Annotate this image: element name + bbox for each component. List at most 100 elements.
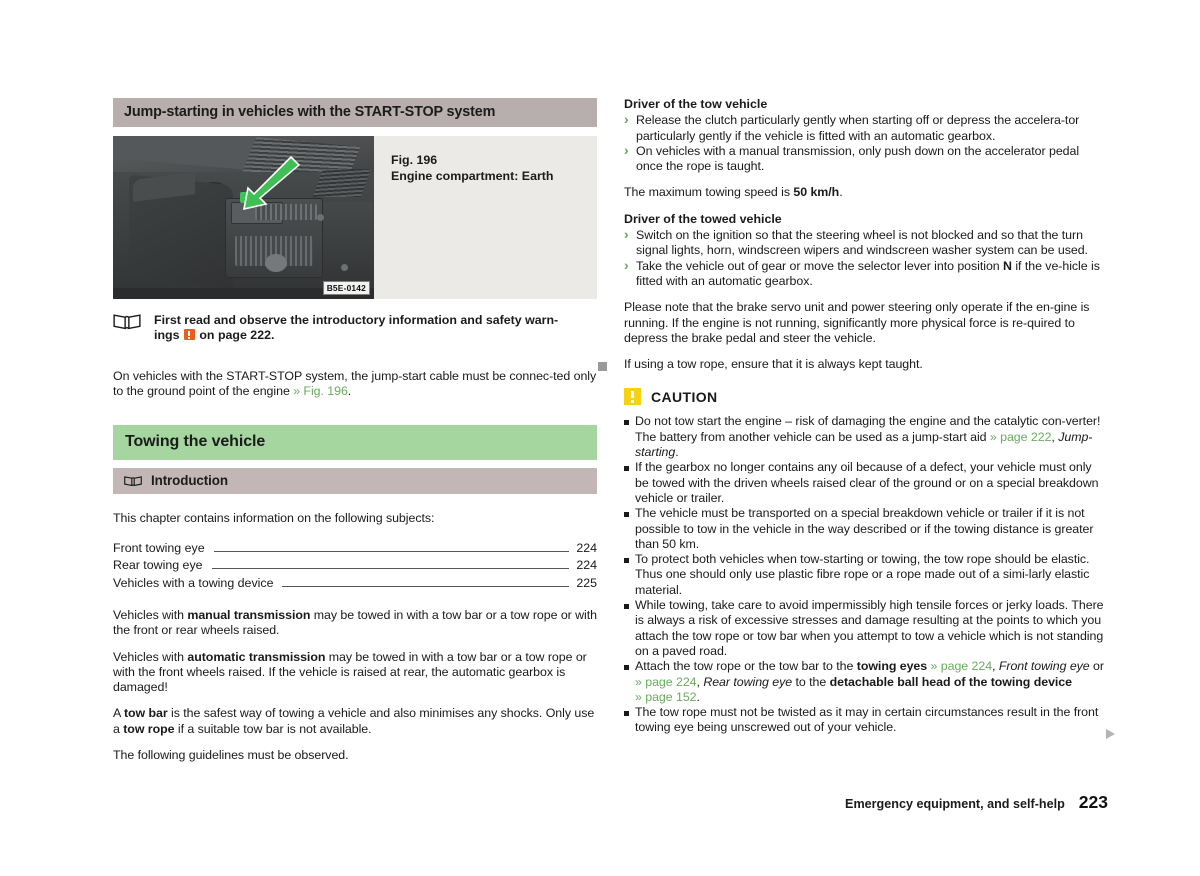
bullet-item: On vehicles with a manual transmission, … (624, 143, 1108, 175)
toc-entry-page: 224 (576, 558, 597, 573)
caution-item: While towing, take care to avoid impermi… (624, 598, 1108, 659)
page-footer: Emergency equipment, and self-help 223 (845, 792, 1108, 813)
bold-text: tow rope (123, 721, 175, 736)
body-paragraph: Vehicles with manual transmission may be… (113, 608, 597, 639)
toc-leader-line (213, 550, 570, 552)
text-run: Vehicles with (113, 607, 188, 622)
heading-driver-of-tow-vehicle: Driver of the tow vehicle (624, 97, 768, 111)
text-run: . (696, 689, 700, 704)
page-cross-reference[interactable]: » page 224 (931, 659, 993, 673)
book-icon (113, 314, 141, 330)
caution-item: Attach the tow rope or the tow bar to th… (624, 659, 1108, 705)
text-run: If the gearbox no longer contains any oi… (635, 460, 1099, 505)
heading-driver-of-towed-vehicle: Driver of the towed vehicle (624, 211, 782, 226)
text-run: to the (792, 674, 830, 689)
paragraph-start-stop-a: On vehicles with the START-STOP system, … (113, 368, 597, 399)
bold-text: tow bar (123, 706, 168, 721)
section-header-jump-starting: Jump-starting in vehicles with the START… (113, 98, 597, 127)
margin-marker-continue-triangle (1106, 729, 1115, 739)
bullet-item: Take the vehicle out of gear or move the… (624, 258, 1108, 290)
text-run: Switch on the ignition so that the steer… (636, 228, 1088, 258)
book-icon-small (124, 476, 142, 487)
right-column: Driver of the tow vehicle Release the cl… (624, 97, 1108, 736)
info-note-line2a: ings (154, 328, 183, 343)
left-paragraph-group: Vehicles with manual transmission may be… (113, 608, 597, 763)
bullet-list-towed-vehicle: Switch on the ignition so that the steer… (624, 227, 1108, 290)
text-run: or (1089, 659, 1104, 674)
toc-entry-label: Vehicles with a towing device (113, 575, 274, 590)
page-cross-reference[interactable]: » page 152 (635, 690, 697, 704)
toc-row[interactable]: Rear towing eye 224 (113, 557, 597, 574)
subsection-header-introduction: Introduction (113, 468, 597, 495)
subsection-header-label: Introduction (151, 473, 228, 489)
figure-caption: Fig. 196 Engine compartment: Earth (374, 136, 553, 299)
warning-orange-icon (183, 329, 195, 341)
info-note-block: First read and observe the introductory … (113, 313, 597, 344)
text-run: A (113, 706, 124, 721)
page-cross-reference[interactable]: » page 222 (990, 430, 1052, 444)
toc-row[interactable]: Front towing eye 224 (113, 540, 597, 557)
italic-text: Rear towing eye (703, 674, 793, 689)
paragraph-max-speed: The maximum towing speed is 50 km/h. (624, 185, 1108, 200)
caution-title: CAUTION (651, 388, 718, 405)
margin-marker-square (598, 362, 607, 371)
caution-header: CAUTION (624, 388, 1108, 406)
paragraph-start-stop: On vehicles with the START-STOP system, … (113, 369, 597, 400)
bold-text: towing eyes (856, 659, 928, 674)
caution-icon (624, 388, 641, 406)
max-speed-a: The maximum towing speed is (624, 185, 794, 200)
bullet-list-tow-vehicle: Release the clutch particularly gently w… (624, 112, 1108, 175)
text-run: The following guidelines must be observe… (113, 748, 349, 762)
figure-number: Fig. 196 (391, 153, 438, 167)
toc-leader-line (282, 585, 570, 587)
toc-list: Front towing eye 224 Rear towing eye 224 Veh… (113, 540, 597, 592)
paragraph-tow-rope-taught: If using a tow rope, ensure that it is a… (624, 357, 923, 372)
italic-text: Front towing eye (998, 659, 1090, 674)
toc-entry-page: 225 (576, 575, 597, 590)
body-paragraph: A tow bar is the safest way of towing a … (113, 706, 597, 737)
text-run: . (675, 445, 679, 460)
toc-entry-page: 224 (576, 540, 597, 555)
paragraph-start-stop-b: . (347, 384, 352, 399)
caution-item: The tow rope must not be twisted as it m… (624, 705, 1108, 736)
caution-item-list: Do not tow start the engine – risk of da… (624, 414, 1108, 735)
toc-entry-label: Rear towing eye (113, 558, 203, 573)
page-cross-reference[interactable]: » page 224 (635, 675, 697, 689)
toc-row[interactable]: Vehicles with a towing device 225 (113, 575, 597, 592)
bold-text: detachable ball head of the towing devic… (829, 674, 1072, 689)
bold-text: manual transmission (187, 607, 311, 622)
figure-block: B5E-0142 Fig. 196 Engine compartment: Ea… (113, 136, 597, 299)
figure-image-code: B5E-0142 (322, 281, 370, 295)
manual-page: Jump-starting in vehicles with the START… (0, 0, 1200, 876)
max-speed-value: 50 km/h (793, 185, 840, 200)
paragraph-brake-servo: Please note that the brake servo unit an… (624, 300, 1090, 345)
green-arrow-pointer (242, 155, 301, 211)
intro-lead-text: This chapter contains information on the… (113, 511, 435, 526)
text-run: While towing, take care to avoid impermi… (635, 598, 1104, 658)
text-run: Attach the tow rope or the tow bar to th… (635, 659, 857, 674)
info-note-text: First read and observe the introductory … (154, 313, 558, 344)
caution-item: To protect both vehicles when tow-starti… (624, 552, 1108, 598)
body-paragraph: Vehicles with automatic transmission may… (113, 650, 597, 696)
toc-leader-line (211, 567, 570, 570)
caution-item: Do not tow start the engine – risk of da… (624, 414, 1108, 460)
figure-image-engine-compartment: B5E-0142 (113, 136, 374, 299)
footer-chapter-label: Emergency equipment, and self-help (845, 797, 1065, 811)
caution-item: If the gearbox no longer contains any oi… (624, 460, 1108, 506)
text-run: Vehicles with (113, 649, 188, 664)
info-note-line2b: on page 222. (195, 328, 275, 343)
info-note-line1: First read and observe the introductory … (154, 313, 559, 327)
footer-page-number: 223 (1078, 792, 1108, 812)
figure-caption-text: Engine compartment: Earth (391, 168, 554, 183)
text-run: if a suitable tow bar is not available. (174, 721, 372, 736)
toc-entry-label: Front towing eye (113, 540, 205, 555)
xref-fig-196[interactable]: » Fig. 196 (293, 384, 348, 398)
text-run: The vehicle must be transported on a spe… (635, 506, 1094, 551)
body-paragraph: The following guidelines must be observe… (113, 748, 597, 763)
text-run: The tow rope must not be twisted as it m… (635, 705, 1099, 735)
chapter-header-towing-the-vehicle: Towing the vehicle (113, 425, 597, 461)
text-run: To protect both vehicles when tow-starti… (635, 552, 1090, 597)
caution-item: The vehicle must be transported on a spe… (624, 506, 1108, 552)
text-run: , (992, 659, 999, 674)
text-run: Take the vehicle out of gear or move the… (636, 258, 1004, 273)
